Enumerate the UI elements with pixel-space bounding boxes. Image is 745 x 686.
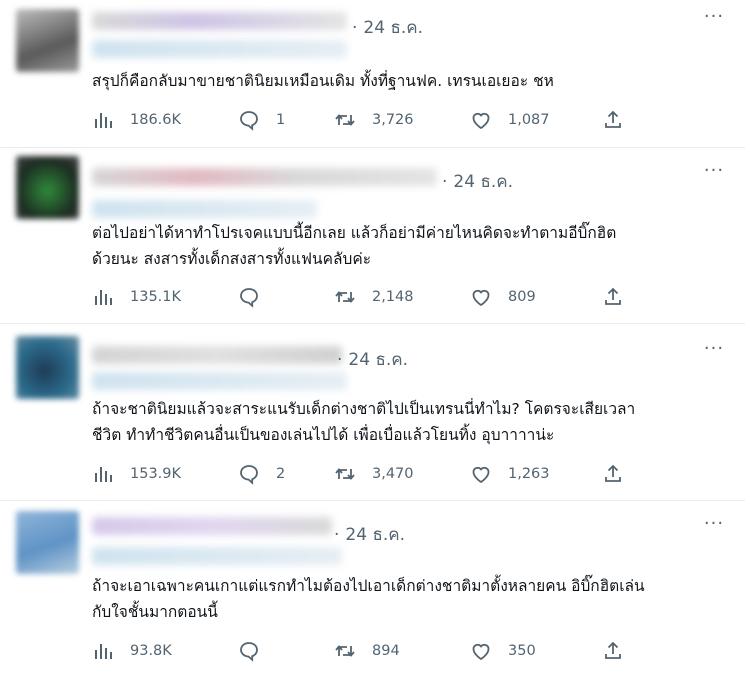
author-name-blurred[interactable] xyxy=(92,517,332,535)
like-button[interactable]: 1,263 xyxy=(470,462,550,486)
avatar[interactable] xyxy=(16,9,79,72)
share-button[interactable] xyxy=(602,639,624,663)
tweet-text: สรุปก็คือกลับมาขายชาตินิยมเหมือนเดิม ทั้… xyxy=(92,72,554,90)
like-button[interactable]: 809 xyxy=(470,285,536,309)
retweet-button[interactable]: 894 xyxy=(334,639,400,663)
tweet-4[interactable]: · 24 ธ.ค. ··· ถ้าจะเอาเฉพาะคนเกาแต่แรกทำไ… xyxy=(0,501,745,686)
heart-icon xyxy=(470,463,492,485)
retweet-button[interactable]: 3,470 xyxy=(334,462,414,486)
author-handle-blurred[interactable] xyxy=(92,547,342,565)
tweet-actions: 135.1K 2,148 809 xyxy=(92,285,652,309)
heart-icon xyxy=(470,640,492,662)
speech-bubble-icon xyxy=(238,463,260,485)
like-button[interactable]: 350 xyxy=(470,639,536,663)
speech-bubble-icon xyxy=(238,286,260,308)
share-button[interactable] xyxy=(602,462,624,486)
reply-button[interactable]: 1 xyxy=(238,108,285,132)
avatar[interactable] xyxy=(16,336,79,399)
author-handle-blurred[interactable] xyxy=(92,200,317,218)
views-count: 186.6K xyxy=(130,112,182,128)
bar-chart-icon xyxy=(92,109,114,131)
share-button[interactable] xyxy=(602,108,624,132)
reply-count: 1 xyxy=(276,112,286,128)
share-upload-icon xyxy=(602,286,624,308)
bar-chart-icon xyxy=(92,463,114,485)
more-dots-icon[interactable]: ··· xyxy=(702,162,726,184)
author-handle-blurred[interactable] xyxy=(92,372,347,390)
share-upload-icon xyxy=(602,640,624,662)
avatar[interactable] xyxy=(16,156,79,219)
like-count: 350 xyxy=(508,643,536,659)
heart-icon xyxy=(470,109,492,131)
author-name-blurred[interactable] xyxy=(92,346,342,364)
more-dots-icon[interactable]: ··· xyxy=(702,340,726,362)
views-button[interactable]: 186.6K xyxy=(92,108,181,132)
tweet-date[interactable]: · 24 ธ.ค. xyxy=(337,346,408,373)
tweet-feed: · 24 ธ.ค. ··· สรุปก็คือกลับมาขายชาตินิยมเ… xyxy=(0,0,745,686)
like-count: 1,087 xyxy=(508,112,550,128)
retweet-icon xyxy=(334,286,356,308)
reply-button[interactable]: 2 xyxy=(238,462,285,486)
tweet-date[interactable]: · 24 ธ.ค. xyxy=(442,168,513,195)
retweet-count: 3,470 xyxy=(372,466,414,482)
retweet-button[interactable]: 3,726 xyxy=(334,108,414,132)
tweet-2[interactable]: · 24 ธ.ค. ··· ต่อไปอย่าได้หาทำโปรเจคแบบนี… xyxy=(0,148,745,324)
retweet-icon xyxy=(334,640,356,662)
views-count: 135.1K xyxy=(130,289,182,305)
share-button[interactable] xyxy=(602,285,624,309)
reply-button[interactable] xyxy=(238,285,276,309)
views-button[interactable]: 153.9K xyxy=(92,462,181,486)
bar-chart-icon xyxy=(92,640,114,662)
retweet-count: 894 xyxy=(372,643,400,659)
views-button[interactable]: 135.1K xyxy=(92,285,181,309)
bar-chart-icon xyxy=(92,286,114,308)
tweet-3[interactable]: · 24 ธ.ค. ··· ถ้าจะชาตินิยมแล้วจะสาระแนรั… xyxy=(0,324,745,501)
tweet-actions: 153.9K 2 3,470 1,263 xyxy=(92,462,652,486)
tweet-actions: 186.6K 1 3,726 1,087 xyxy=(92,108,652,132)
reply-button[interactable] xyxy=(238,639,276,663)
tweet-text: ต่อไปอย่าได้หาทำโปรเจคแบบนี้อีกเลย แล้วก… xyxy=(92,224,617,268)
author-name-blurred[interactable] xyxy=(92,168,437,186)
author-name-blurred[interactable] xyxy=(92,12,347,30)
share-upload-icon xyxy=(602,109,624,131)
more-dots-icon[interactable]: ··· xyxy=(702,8,726,30)
tweet-text: ถ้าจะชาตินิยมแล้วจะสาระแนรับเด็กต่างชาติ… xyxy=(92,400,636,444)
retweet-icon xyxy=(334,463,356,485)
retweet-button[interactable]: 2,148 xyxy=(334,285,414,309)
reply-count: 2 xyxy=(276,466,286,482)
tweet-1[interactable]: · 24 ธ.ค. ··· สรุปก็คือกลับมาขายชาตินิยมเ… xyxy=(0,0,745,148)
speech-bubble-icon xyxy=(238,640,260,662)
tweet-text: ถ้าจะเอาเฉพาะคนเกาแต่แรกทำไมต้องไปเอาเด็… xyxy=(92,577,645,621)
views-count: 153.9K xyxy=(130,466,182,482)
author-handle-blurred[interactable] xyxy=(92,40,347,58)
more-dots-icon[interactable]: ··· xyxy=(702,515,726,537)
tweet-date[interactable]: · 24 ธ.ค. xyxy=(334,521,405,548)
tweet-date[interactable]: · 24 ธ.ค. xyxy=(352,14,423,41)
views-button[interactable]: 93.8K xyxy=(92,639,172,663)
views-count: 93.8K xyxy=(130,643,172,659)
retweet-count: 2,148 xyxy=(372,289,414,305)
retweet-icon xyxy=(334,109,356,131)
like-count: 809 xyxy=(508,289,536,305)
share-upload-icon xyxy=(602,463,624,485)
speech-bubble-icon xyxy=(238,109,260,131)
heart-icon xyxy=(470,286,492,308)
like-button[interactable]: 1,087 xyxy=(470,108,550,132)
like-count: 1,263 xyxy=(508,466,550,482)
avatar[interactable] xyxy=(16,511,79,574)
tweet-actions: 93.8K 894 350 xyxy=(92,639,652,663)
retweet-count: 3,726 xyxy=(372,112,414,128)
